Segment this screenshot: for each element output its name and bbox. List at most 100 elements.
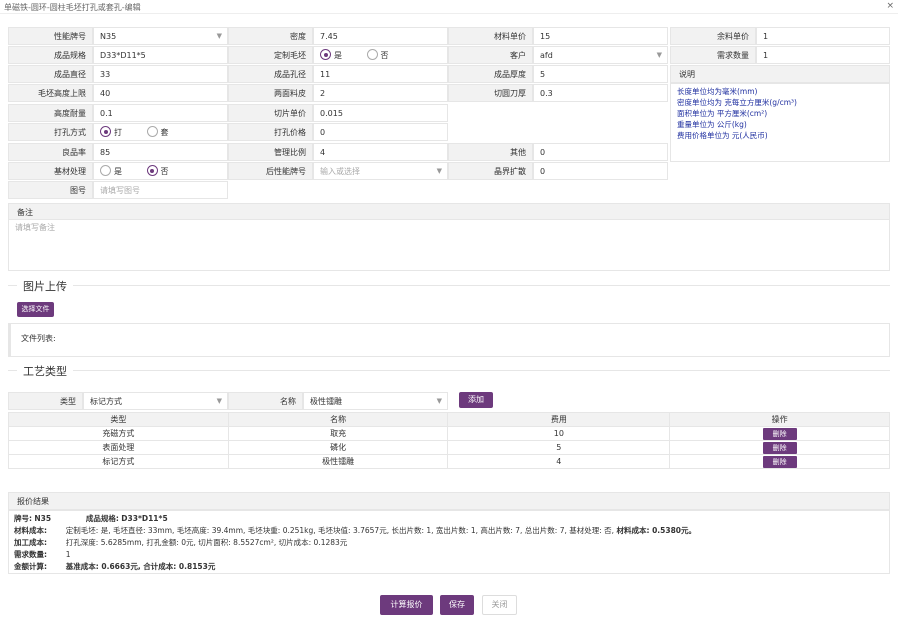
- process-name-label: 名称: [228, 392, 303, 410]
- drawing-label: 图号: [8, 181, 93, 199]
- radio-checked-icon: [100, 126, 111, 137]
- base-treat-radio-group: 是 否: [93, 162, 228, 180]
- result-grade-value: N35: [34, 514, 52, 523]
- other-label: 其他: [448, 143, 533, 161]
- outer-dia-input[interactable]: 33: [93, 65, 228, 83]
- custom-blank-label: 定制毛坯: [228, 46, 313, 64]
- result-qty-line: 需求数量: 1: [14, 549, 71, 560]
- explain-line: 面积单位为 平方厘米(cm²): [677, 109, 768, 118]
- density-input[interactable]: 7.45: [313, 27, 448, 45]
- double-allow-label: 两面料皮: [228, 84, 313, 102]
- row-type: 标记方式: [8, 454, 229, 469]
- result-process-key: 加工成本:: [14, 538, 47, 547]
- result-label: 报价结果: [8, 492, 890, 510]
- window-title: 单磁铁-圆环-圆柱毛坯打孔或套孔-编辑: [4, 3, 141, 12]
- process-section-title: 工艺类型: [17, 363, 73, 379]
- cut-price-input[interactable]: 0.015: [313, 104, 448, 122]
- kerf-input[interactable]: 0.3: [533, 84, 668, 102]
- result-material-line: 材料成本: 定制毛坯: 是, 毛坯直径: 33mm, 毛坯高度: 39.4mm,…: [14, 525, 696, 536]
- divider: [8, 370, 890, 371]
- process-name-value: 极性镭雕: [310, 397, 342, 406]
- hole-dia-input[interactable]: 11: [313, 65, 448, 83]
- close-icon[interactable]: ×: [886, 1, 894, 11]
- result-calc-key: 金额计算:: [14, 562, 47, 571]
- explain-line: 长度单位均为毫米(mm): [677, 87, 758, 96]
- scrap-price-input[interactable]: 1: [756, 27, 890, 45]
- result-material-key: 材料成本:: [14, 526, 47, 535]
- calculate-quote-button[interactable]: 计算报价: [380, 595, 433, 615]
- drawing-input[interactable]: 请填写图号: [93, 181, 228, 199]
- add-process-button[interactable]: 添加: [459, 392, 493, 408]
- explain-line: 费用价格单位为 元(人民币): [677, 131, 768, 140]
- save-button[interactable]: 保存: [440, 595, 474, 615]
- custom-blank-no[interactable]: 否: [366, 47, 389, 63]
- material-price-label: 材料单价: [448, 27, 533, 45]
- result-material-total: 材料成本: 0.5380元。: [616, 526, 697, 535]
- process-type-select[interactable]: 标记方式 ▼: [83, 392, 228, 410]
- double-allow-input[interactable]: 2: [313, 84, 448, 102]
- thickness-label: 成品厚度: [448, 65, 533, 83]
- hole-price-input[interactable]: 0: [313, 123, 448, 141]
- delete-button[interactable]: 删除: [762, 455, 797, 468]
- base-treat-no[interactable]: 否: [146, 163, 169, 179]
- spec-input[interactable]: D33*D11*5: [93, 46, 228, 64]
- hole-method-drill[interactable]: 打: [100, 124, 122, 140]
- upload-section-title: 图片上传: [17, 278, 73, 294]
- explain-notes: 长度单位均为毫米(mm) 密度单位均为 克每立方厘米(g/cm³) 面积单位为 …: [677, 86, 797, 141]
- thickness-input[interactable]: 5: [533, 65, 668, 83]
- perf-grade-select[interactable]: N35 ▼: [93, 27, 228, 45]
- material-price-input[interactable]: 15: [533, 27, 668, 45]
- radio-checked-icon: [320, 49, 331, 60]
- base-treat-yes[interactable]: 是: [100, 163, 122, 179]
- blank-height-label: 毛坯高度上限: [8, 84, 93, 102]
- hole-method-sleeve[interactable]: 套: [146, 124, 169, 140]
- height-tol-input[interactable]: 0.1: [93, 104, 228, 122]
- base-treat-no-label: 否: [160, 167, 169, 176]
- row-fee: 5: [447, 440, 671, 455]
- process-name-select[interactable]: 极性镭雕 ▼: [303, 392, 448, 410]
- hole-method-radio-group: 打 套: [93, 123, 228, 141]
- edge-expand-input[interactable]: 0: [533, 162, 668, 180]
- customer-label: 客户: [448, 46, 533, 64]
- custom-blank-yes[interactable]: 是: [320, 47, 342, 63]
- col-type-header: 类型: [8, 412, 229, 427]
- height-tol-label: 高度耐量: [8, 104, 93, 122]
- scrap-price-label: 余料单价: [670, 27, 756, 45]
- explain-line: 重量单位为 公斤(kg): [677, 120, 747, 129]
- hole-method-drill-label: 打: [114, 128, 122, 137]
- close-button[interactable]: 关闭: [482, 595, 517, 615]
- yield-input[interactable]: 85: [93, 143, 228, 161]
- process-type-value: 标记方式: [90, 397, 122, 406]
- hole-method-label: 打孔方式: [8, 123, 93, 141]
- customer-select[interactable]: afd ▼: [533, 46, 668, 64]
- row-fee: 4: [447, 454, 671, 469]
- mgmt-ratio-label: 管理比例: [228, 143, 313, 161]
- result-material-value: 定制毛坯: 是, 毛坯直径: 33mm, 毛坯高度: 39.4mm, 毛坯块重:…: [65, 526, 615, 535]
- perf-grade-value: N35: [100, 32, 117, 41]
- post-grade-select[interactable]: 输入或选择 ▼: [313, 162, 448, 180]
- row-action: 删除: [669, 454, 890, 469]
- demand-qty-input[interactable]: 1: [756, 46, 890, 64]
- result-calc-value: 基准成本: 0.6663元, 合计成本: 0.8153元: [65, 562, 216, 571]
- spec-label: 成品规格: [8, 46, 93, 64]
- chevron-down-icon: ▼: [216, 397, 222, 405]
- hole-dia-label: 成品孔径: [228, 65, 313, 83]
- delete-button[interactable]: 删除: [762, 441, 797, 454]
- explain-label: 说明: [670, 65, 890, 83]
- post-grade-label: 后性能牌号: [228, 162, 313, 180]
- col-action-header: 操作: [669, 412, 890, 427]
- result-calc-line: 金额计算: 基准成本: 0.6663元, 合计成本: 0.8153元: [14, 561, 215, 572]
- demand-qty-label: 需求数量: [670, 46, 756, 64]
- notes-textarea[interactable]: 请填写备注: [8, 219, 890, 271]
- other-input[interactable]: 0: [533, 143, 668, 161]
- table-header-row: 类型 名称 费用 操作: [8, 412, 890, 427]
- blank-height-input[interactable]: 40: [93, 84, 228, 102]
- row-type: 表面处理: [8, 440, 229, 455]
- row-type: 充磁方式: [8, 426, 229, 441]
- choose-file-button[interactable]: 选择文件: [17, 302, 54, 317]
- radio-unchecked-icon: [100, 165, 111, 176]
- delete-button[interactable]: 删除: [762, 427, 797, 440]
- mgmt-ratio-input[interactable]: 4: [313, 143, 448, 161]
- density-label: 密度: [228, 27, 313, 45]
- row-name: 极性镭雕: [227, 454, 449, 469]
